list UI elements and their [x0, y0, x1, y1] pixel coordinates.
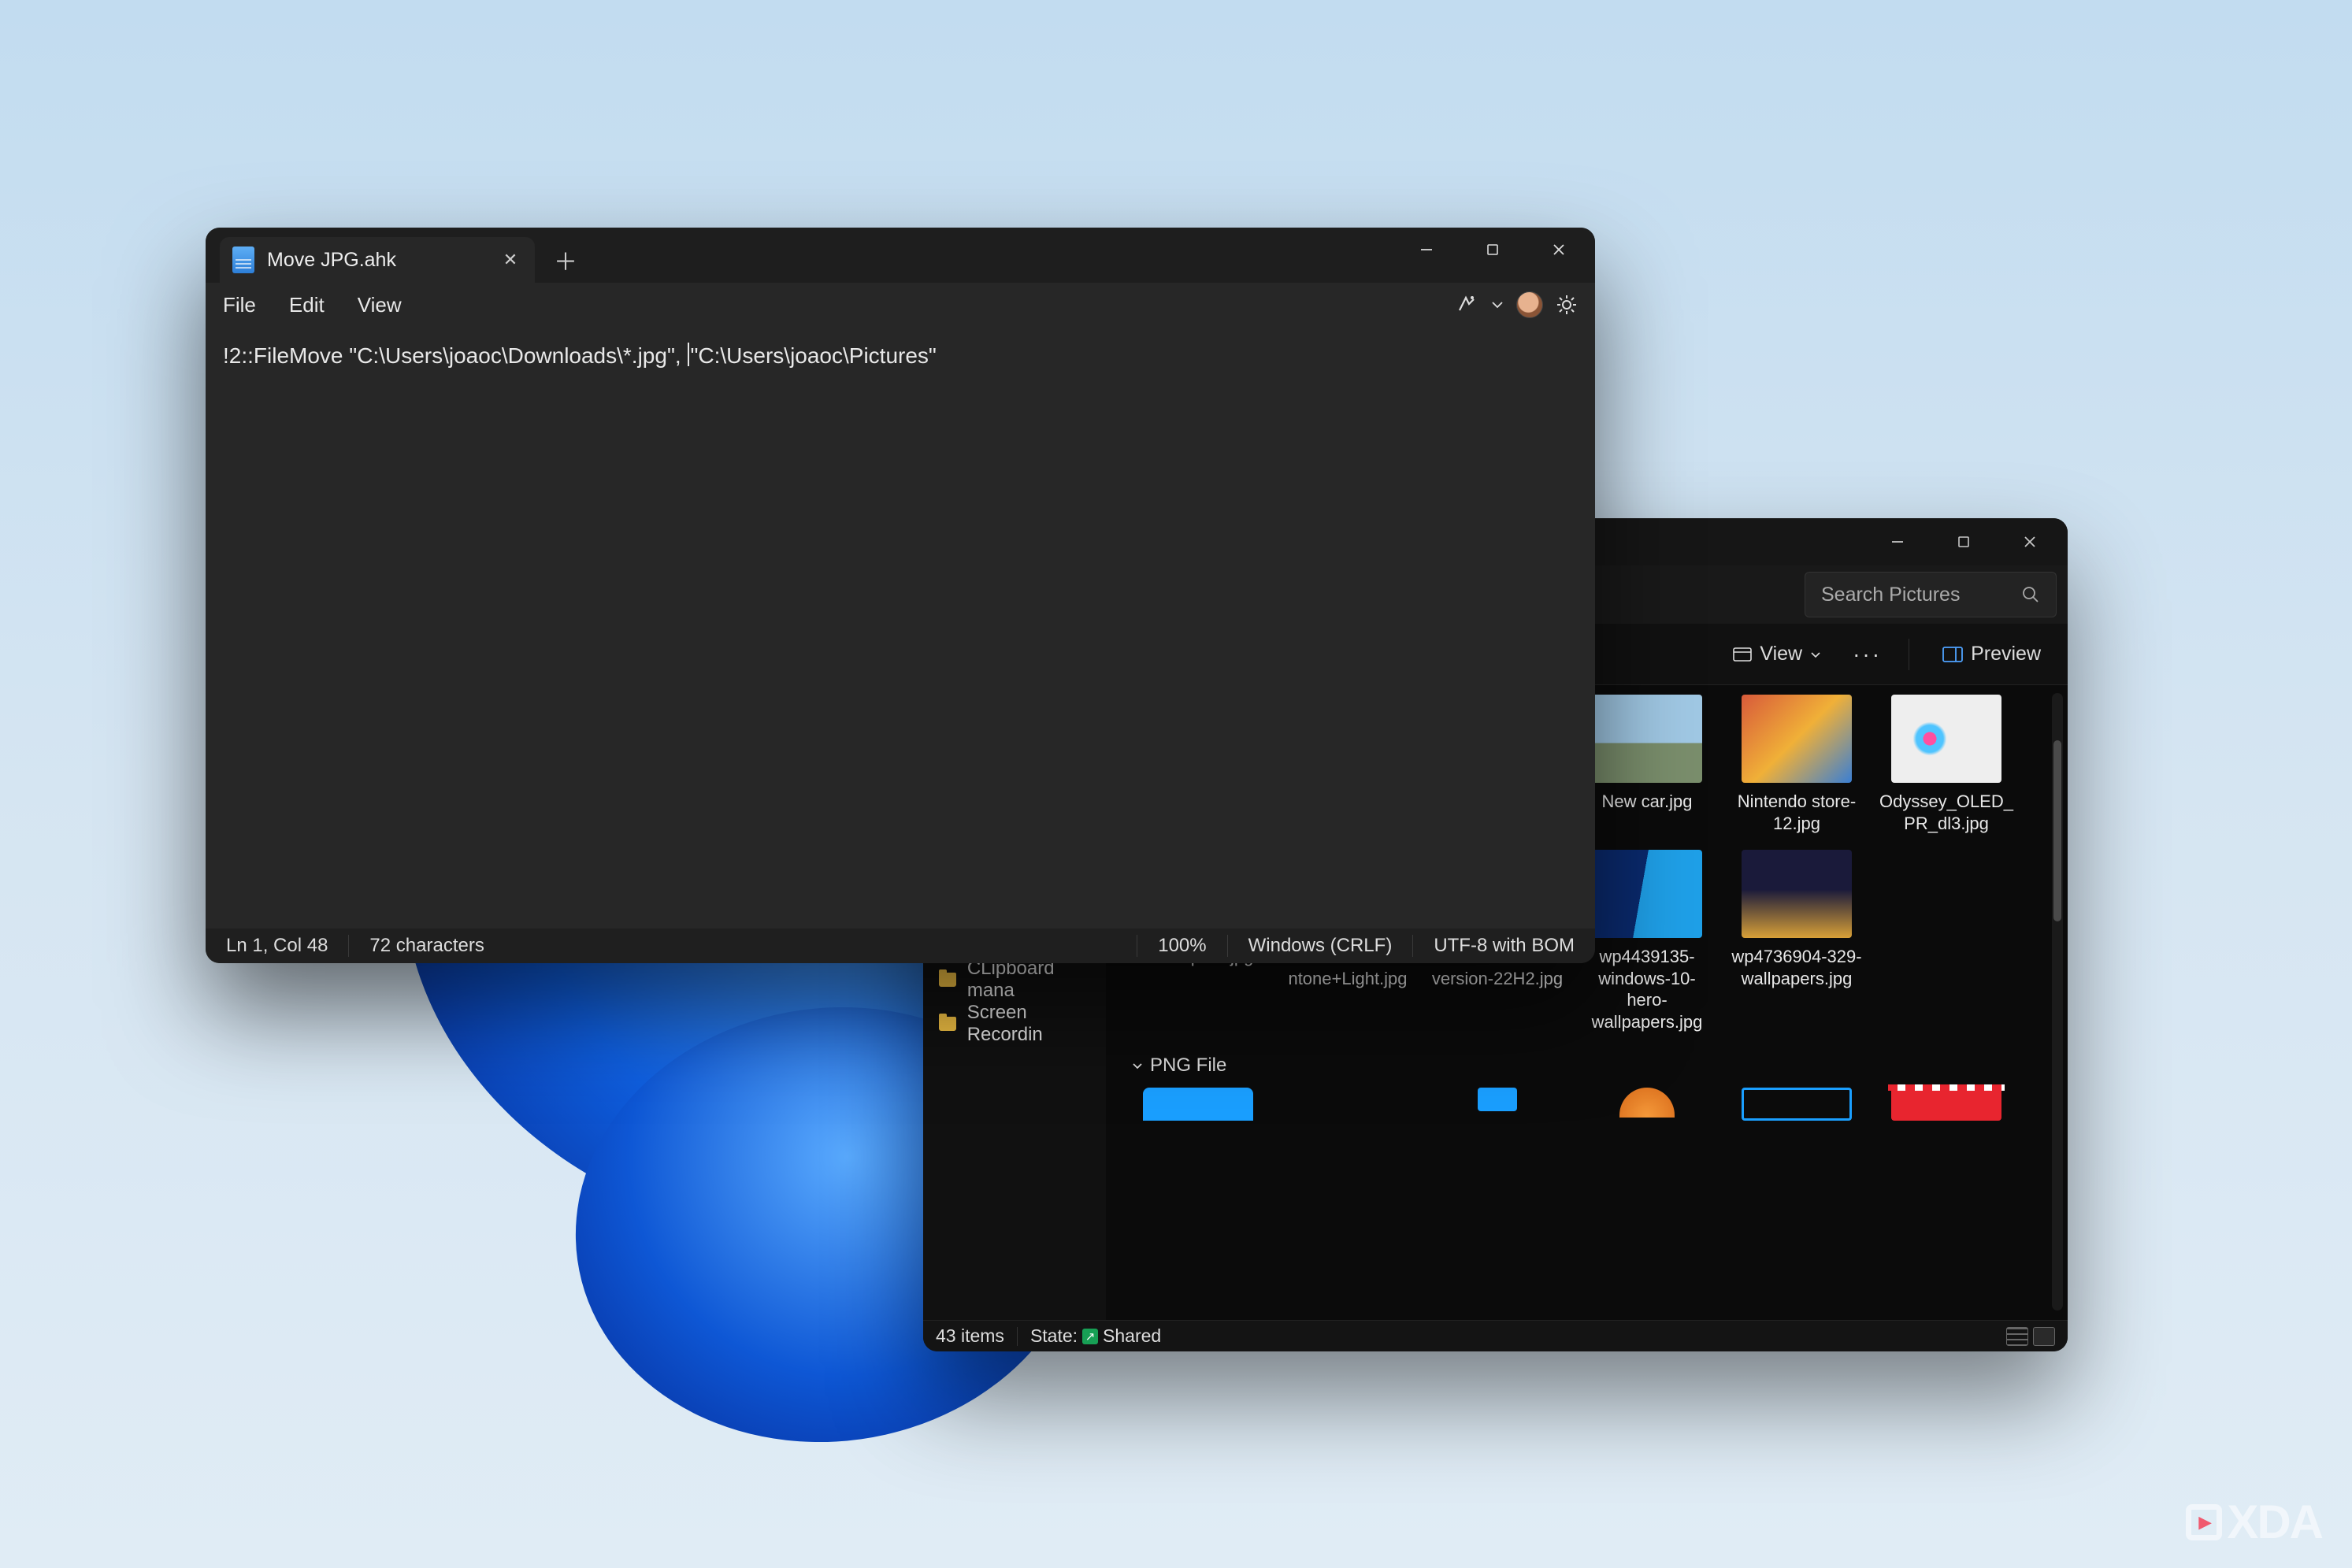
line-ending[interactable]: Windows (CRLF): [1228, 935, 1413, 957]
chevron-down-icon: [1810, 649, 1821, 660]
icons-view-icon[interactable]: [2033, 1327, 2055, 1346]
view-mode-icons[interactable]: [2006, 1327, 2055, 1346]
close-icon: [1552, 243, 1566, 257]
thumbnail-image: [1742, 695, 1852, 783]
user-avatar[interactable]: [1516, 291, 1543, 318]
file-label: wp4439135-windows-10-hero-wallpapers.jpg: [1580, 946, 1714, 1032]
tab-title: Move JPG.ahk: [267, 249, 396, 272]
tab-active[interactable]: Move JPG.ahk ✕: [220, 237, 535, 283]
folder-icon: [939, 973, 956, 987]
editor-text: "C:\Users\joaoc\Pictures": [690, 343, 936, 368]
search-placeholder: Search Pictures: [1821, 584, 2021, 606]
watermark-icon: ▸: [2186, 1504, 2222, 1540]
menu-view[interactable]: View: [358, 293, 402, 317]
maximize-button[interactable]: [1460, 231, 1526, 269]
thumbnail-image: [1592, 695, 1702, 783]
thumbnail-image: [1891, 695, 2001, 783]
scrollbar[interactable]: [2052, 693, 2063, 1310]
file-icon: [232, 247, 254, 273]
file-item[interactable]: [1131, 1088, 1265, 1121]
item-count: 43 items: [936, 1325, 1004, 1347]
maximize-button[interactable]: [1931, 523, 1997, 561]
menu-edit[interactable]: Edit: [289, 293, 325, 317]
close-button[interactable]: [1526, 231, 1592, 269]
thumbnail-image: [1592, 850, 1702, 938]
thumbnail-image: [1742, 850, 1852, 938]
preview-button[interactable]: Preview: [1930, 636, 2053, 672]
preview-icon: [1942, 647, 1963, 662]
encoding[interactable]: UTF-8 with BOM: [1413, 935, 1595, 957]
copilot-icon[interactable]: [1455, 293, 1478, 317]
thumbnail-image: [1143, 1088, 1253, 1121]
close-icon: [2023, 535, 2037, 549]
thumbnail-image: [1891, 1088, 2001, 1121]
view-label: View: [1760, 643, 1802, 665]
file-label: wp4736904-329-wallpapers.jpg: [1730, 946, 1864, 989]
state-shared: ↗ Shared: [1082, 1325, 1161, 1347]
file-item[interactable]: New car.jpg: [1580, 695, 1714, 834]
preview-label: Preview: [1971, 643, 2041, 665]
file-item[interactable]: [1430, 1088, 1564, 1121]
scrollbar-thumb[interactable]: [2053, 740, 2061, 921]
file-label: Nintendo store-12.jpg: [1730, 791, 1864, 834]
details-view-icon[interactable]: [2006, 1327, 2028, 1346]
watermark-text: XDA: [2227, 1495, 2322, 1549]
file-item[interactable]: wp4439135-windows-10-hero-wallpapers.jpg: [1580, 850, 1714, 1032]
view-menu-button[interactable]: View: [1720, 636, 1834, 672]
menu-file[interactable]: File: [223, 293, 256, 317]
file-item[interactable]: wp4736904-329-wallpapers.jpg: [1730, 850, 1864, 1032]
notepad-statusbar: Ln 1, Col 48 72 characters 100% Windows …: [206, 929, 1595, 963]
menu-bar: File Edit View: [206, 283, 1595, 327]
thumbnail-image: [1478, 1088, 1517, 1111]
maximize-icon: [1486, 243, 1499, 256]
sidebar-item-label: Screen Recordin: [967, 1002, 1106, 1046]
close-button[interactable]: [1997, 523, 2063, 561]
text-editor[interactable]: !2::FileMove "C:\Users\joaoc\Downloads\*…: [206, 330, 1595, 929]
char-count: 72 characters: [349, 935, 504, 957]
minimize-icon: [1419, 243, 1434, 257]
cursor-position: Ln 1, Col 48: [206, 935, 348, 957]
section-label: PNG File: [1150, 1055, 1226, 1077]
sidebar-item-label: CLipboard mana: [967, 958, 1106, 1002]
minimize-icon: [1890, 535, 1905, 549]
folder-icon: [939, 1017, 956, 1031]
thumbnail-image: [1619, 1088, 1675, 1118]
tab-bar: Move JPG.ahk ✕ ＋: [206, 228, 1595, 283]
search-input[interactable]: Search Pictures: [1805, 572, 2057, 617]
editor-text: !2::FileMove "C:\Users\joaoc\Downloads\*…: [223, 343, 687, 368]
chevron-down-icon[interactable]: [1491, 298, 1504, 311]
state-label: State:: [1030, 1325, 1078, 1347]
sidebar-item-screenrec[interactable]: Screen Recordin: [923, 1002, 1106, 1046]
gear-icon[interactable]: [1556, 294, 1578, 316]
file-label: New car.jpg: [1602, 791, 1693, 813]
shared-icon: ↗: [1082, 1329, 1098, 1344]
chevron-down-icon: [1131, 1059, 1144, 1072]
new-tab-button[interactable]: ＋: [544, 239, 587, 281]
minimize-button[interactable]: [1864, 523, 1931, 561]
search-icon: [2021, 585, 2040, 604]
file-item[interactable]: [1580, 1088, 1714, 1121]
thumbnail-image: [1742, 1088, 1852, 1121]
section-header[interactable]: PNG File: [1131, 1055, 2042, 1077]
xda-watermark: ▸ XDA: [2186, 1495, 2322, 1549]
view-icon: [1733, 647, 1752, 662]
file-label: Odyssey_OLED_PR_dl3.jpg: [1879, 791, 2013, 834]
minimize-button[interactable]: [1393, 231, 1460, 269]
explorer-statusbar: 43 items State: ↗ Shared: [923, 1320, 2068, 1351]
tab-close-button[interactable]: ✕: [497, 247, 524, 273]
notepad-window: Move JPG.ahk ✕ ＋ File Edit View !2::File…: [206, 228, 1595, 963]
file-item[interactable]: Odyssey_OLED_PR_dl3.jpg: [1879, 695, 2013, 834]
file-item[interactable]: Nintendo store-12.jpg: [1730, 695, 1864, 834]
maximize-icon: [1957, 536, 1970, 548]
file-item[interactable]: [1730, 1088, 1864, 1121]
sidebar-item-clipboard[interactable]: CLipboard mana: [923, 958, 1106, 1002]
more-menu-button[interactable]: ···: [1840, 636, 1894, 673]
file-item[interactable]: [1281, 1088, 1415, 1121]
file-item[interactable]: [1879, 1088, 2013, 1121]
zoom-level[interactable]: 100%: [1137, 935, 1226, 957]
